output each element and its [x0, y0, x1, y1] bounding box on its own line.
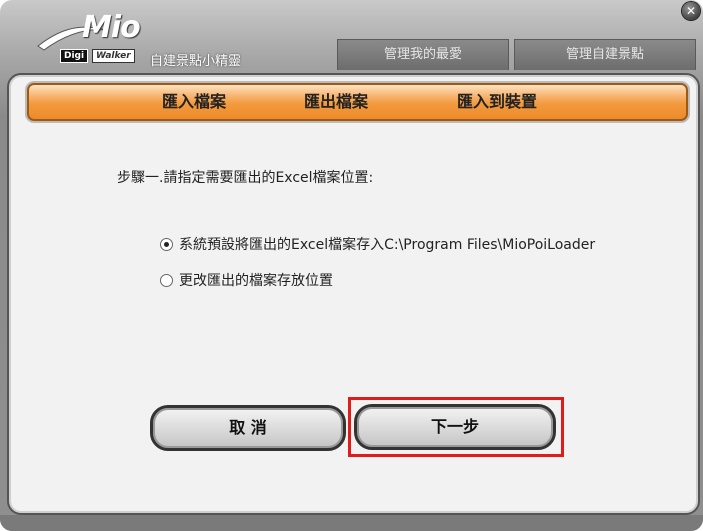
option-change-location-label: 更改匯出的檔案存放位置: [179, 273, 333, 289]
digi-badge: Digi: [60, 49, 89, 63]
option-default-location-label: 系統預設將匯出的Excel檔案存入C:\Program Files\MioPoi…: [179, 237, 596, 253]
menu-export-file[interactable]: 匯出檔案: [304, 85, 368, 119]
walker-badge: Walker: [92, 49, 135, 63]
close-icon[interactable]: ✕: [682, 2, 700, 20]
step-instruction: 步驟一.請指定需要匯出的Excel檔案位置:: [117, 170, 374, 186]
cancel-button[interactable]: 取 消: [150, 405, 346, 451]
app-window: ✕ Mio Digi Walker 自建景點小精靈 管理我的最愛 管理自建景點 …: [0, 0, 703, 531]
menu-import-file[interactable]: 匯入檔案: [162, 85, 226, 119]
radio-button-checked[interactable]: [160, 237, 173, 251]
function-menubar: 匯入檔案 匯出檔案 匯入到裝置: [27, 83, 688, 121]
app-title: 自建景點小精靈: [150, 54, 242, 69]
window-footer: [0, 515, 703, 531]
menu-import-to-device[interactable]: 匯入到裝置: [457, 85, 537, 119]
mio-logo-text: Mio: [82, 10, 141, 45]
tab-manage-favorites[interactable]: 管理我的最愛: [337, 39, 509, 70]
tab-manage-custom-poi[interactable]: 管理自建景點: [514, 39, 696, 70]
highlight-box: [348, 397, 564, 457]
option-default-location[interactable]: 系統預設將匯出的Excel檔案存入C:\Program Files\MioPoi…: [160, 234, 595, 254]
radio-button[interactable]: [160, 273, 173, 287]
option-change-location[interactable]: 更改匯出的檔案存放位置: [160, 270, 333, 290]
